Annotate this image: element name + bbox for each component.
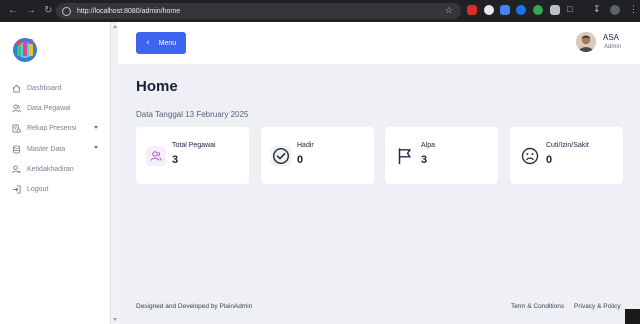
stat-card-total-pegawai: Total Pegawai 3 <box>136 127 249 184</box>
forward-icon[interactable]: → <box>26 6 36 16</box>
terms-link[interactable]: Term & Conditions <box>511 303 564 310</box>
sidebar-item-rekap-presensi[interactable]: Rekap Presensi <box>0 119 110 139</box>
site-info-icon[interactable] <box>62 6 71 16</box>
home-icon <box>11 83 21 93</box>
sidebar-scrollbar[interactable] <box>110 22 118 324</box>
stat-label: Total Pegawai <box>172 142 216 149</box>
user-role: Admin <box>604 44 622 50</box>
sidebar-item-dashboard[interactable]: Dashboard <box>0 78 110 98</box>
stat-card-hadir: Hadir 0 <box>261 127 374 184</box>
privacy-link[interactable]: Privacy & Policy <box>574 303 621 310</box>
app-logo[interactable] <box>11 35 39 63</box>
browser-toolbar: ← → ↻ http://localhost:8080/admin/home ☆… <box>0 0 640 22</box>
corner-overlay <box>625 309 640 324</box>
address-bar[interactable]: http://localhost:8080/admin/home ☆ <box>56 3 461 19</box>
stat-label: Hadir <box>297 142 314 149</box>
sidebar-item-ketidakhadiran[interactable]: Ketidakhadiran <box>0 159 110 179</box>
sidebar-item-label: Ketidakhadiran <box>27 165 74 173</box>
sidebar: Dashboard Data Pegawai Rekap Presensi Ma… <box>0 22 110 324</box>
date-caption: Data Tanggal 13 February 2025 <box>136 110 249 119</box>
sidebar-menu: Dashboard Data Pegawai Rekap Presensi Ma… <box>0 78 110 200</box>
stat-card-alpa: Alpa 3 <box>385 127 498 184</box>
extension-shield-icon[interactable] <box>484 5 494 15</box>
extension-blue-icon[interactable] <box>516 5 526 15</box>
menu-button-label: Menu <box>158 39 177 47</box>
sidebar-item-logout[interactable]: Logout <box>0 179 110 199</box>
more-vertical-icon[interactable]: ⋮ <box>629 4 638 15</box>
users-icon <box>146 146 166 166</box>
user-absent-icon <box>11 164 21 174</box>
bookmark-star-icon[interactable]: ☆ <box>445 5 453 16</box>
extension-green-icon[interactable] <box>533 5 543 15</box>
sidebar-item-data-pegawai[interactable]: Data Pegawai <box>0 98 110 118</box>
extension-triangle-icon[interactable] <box>550 5 560 15</box>
sidebar-item-master-data[interactable]: Master Data <box>0 139 110 159</box>
stat-value: 0 <box>546 154 553 166</box>
extension-red-icon[interactable] <box>467 5 477 15</box>
sidebar-item-label: Data Pegawai <box>27 104 71 112</box>
stat-value: 0 <box>297 154 304 166</box>
download-icon[interactable]: ↧ <box>593 4 601 15</box>
extension-translate-icon[interactable] <box>500 5 510 15</box>
stat-label: Cuti/Izin/Sakit <box>546 142 589 149</box>
flag-icon <box>395 146 415 166</box>
menu-toggle-button[interactable]: ‹ Menu <box>136 32 186 54</box>
logout-icon <box>11 185 21 195</box>
report-icon <box>11 124 21 134</box>
sidebar-item-label: Dashboard <box>27 84 62 92</box>
chevron-down-icon[interactable] <box>94 125 98 129</box>
chevron-left-icon: ‹ <box>146 38 150 48</box>
address-url[interactable]: http://localhost:8080/admin/home <box>77 8 180 15</box>
sad-face-icon <box>520 146 540 166</box>
user-name[interactable]: ASA <box>603 33 619 42</box>
top-header: ‹ Menu ASA Admin <box>118 22 640 64</box>
extensions-puzzle-icon[interactable]: □ <box>567 4 572 14</box>
stat-label: Alpa <box>421 142 436 149</box>
sidebar-item-label: Rekap Presensi <box>27 125 77 133</box>
stat-value: 3 <box>421 154 428 166</box>
profile-icon[interactable] <box>610 5 620 15</box>
scroll-up-icon[interactable] <box>113 25 117 28</box>
check-circle-icon <box>271 146 291 166</box>
stat-card-cuti-izin-sakit: Cuti/Izin/Sakit 0 <box>510 127 623 184</box>
sidebar-item-label: Logout <box>27 186 49 194</box>
stat-value: 3 <box>172 154 179 166</box>
page-title: Home <box>136 78 178 95</box>
database-icon <box>11 144 21 154</box>
chevron-down-icon[interactable] <box>94 145 98 149</box>
sidebar-item-label: Master Data <box>27 145 66 153</box>
reload-icon[interactable]: ↻ <box>44 6 52 16</box>
avatar[interactable] <box>576 32 596 52</box>
footer-credit: Designed and Developed by PlainAdmin <box>136 303 253 310</box>
users-icon <box>11 103 21 113</box>
browser-nav: ← → ↻ <box>0 6 58 16</box>
back-icon[interactable]: ← <box>8 6 18 16</box>
scroll-down-icon[interactable] <box>113 318 117 321</box>
